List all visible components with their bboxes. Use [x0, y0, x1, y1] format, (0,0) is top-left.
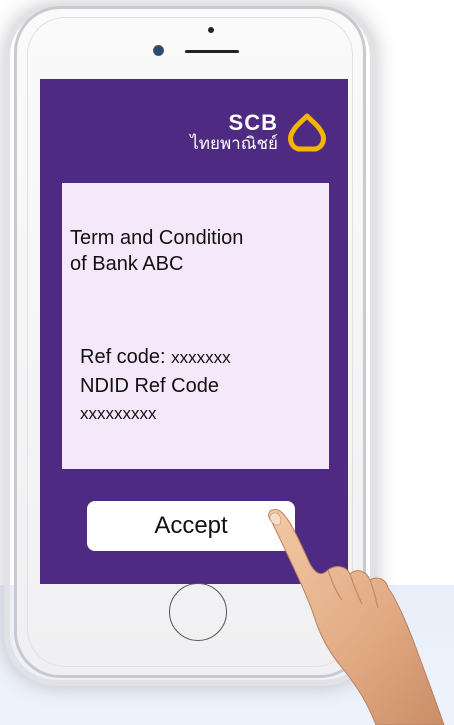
- terms-card: Term and Condition of Bank ABC Ref code:…: [62, 183, 329, 469]
- front-sensor: [208, 27, 214, 33]
- bank-logo-text: SCB ไทยพาณิชย์: [190, 112, 278, 154]
- reference-block: Ref code: xxxxxxx NDID Ref Code xxxxxxxx…: [80, 343, 320, 428]
- ndid-ref-value: xxxxxxxxx: [80, 404, 157, 423]
- terms-title-line2: of Bank ABC: [70, 253, 184, 275]
- ndid-ref-label: NDID Ref Code: [80, 375, 219, 397]
- earpiece-speaker: [185, 50, 239, 53]
- front-camera: [153, 45, 164, 56]
- bank-logo: SCB ไทยพาณิชย์: [190, 107, 328, 159]
- ref-code-label: Ref code:: [80, 346, 166, 368]
- home-button-icon[interactable]: [169, 583, 227, 641]
- ref-code-row: Ref code: xxxxxxx: [80, 343, 320, 372]
- terms-title: Term and Condition of Bank ABC: [70, 225, 320, 277]
- scb-lotus-icon: [288, 113, 326, 152]
- terms-title-line1: Term and Condition: [70, 227, 244, 249]
- bank-brand: SCB: [228, 110, 278, 135]
- ref-code-value: xxxxxxx: [171, 348, 231, 367]
- pointing-hand-icon: [268, 509, 445, 725]
- bank-thai-name: ไทยพาณิชย์: [190, 134, 278, 153]
